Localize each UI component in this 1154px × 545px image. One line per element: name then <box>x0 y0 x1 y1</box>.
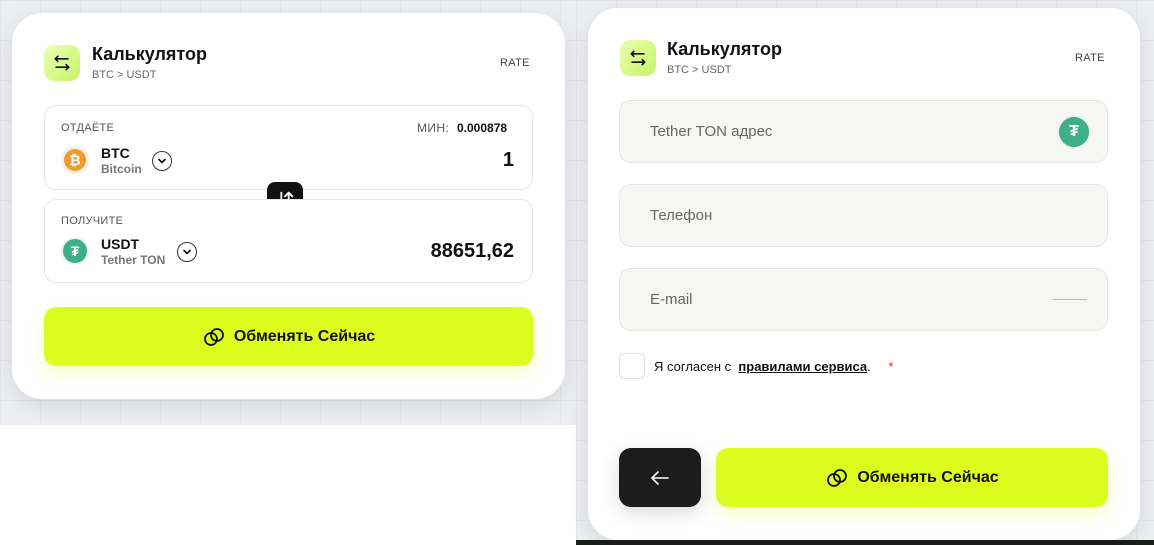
give-coin-network: Bitcoin <box>101 162 142 176</box>
give-amount[interactable]: 1 <box>503 149 514 172</box>
min-label: МИН: <box>417 121 450 135</box>
exchange-now-label: Обменять Сейчас <box>233 327 376 345</box>
contact-form-card: Калькулятор BTC > USDT RATE ₮ Я согласен… <box>588 8 1140 540</box>
required-mark: * <box>888 359 894 374</box>
chevron-down-icon[interactable] <box>152 151 172 171</box>
give-coin-symbol: BTC <box>101 145 130 161</box>
rate-label[interactable]: RATE <box>1075 52 1105 64</box>
receive-label: ПОЛУЧИТЕ <box>61 215 124 227</box>
chevron-down-icon[interactable] <box>177 242 197 262</box>
tether-icon: ₮ <box>61 237 89 265</box>
address-field: ₮ <box>619 100 1108 163</box>
bitcoin-icon: ₿ <box>61 146 89 174</box>
agreement-suffix: . <box>867 359 871 374</box>
divider <box>1053 299 1087 300</box>
calculator-title: Калькулятор <box>92 44 208 64</box>
calculator-card: Калькулятор BTC > USDT RATE ОТДАЁТЕ МИН:… <box>12 13 565 399</box>
exchange-rings-icon <box>827 468 848 487</box>
phone-field <box>619 184 1108 247</box>
min-value: 0.000878 <box>457 121 508 135</box>
receive-coin-symbol: USDT <box>101 236 140 252</box>
exchange-now-button[interactable]: Обменять Сейчас <box>44 307 533 366</box>
agreement-text: Я согласен с правилами сервиса. * <box>654 359 893 374</box>
pair-label: BTC > USDT <box>667 64 732 76</box>
arrow-left-icon <box>651 470 669 485</box>
email-field <box>619 268 1108 331</box>
receive-amount: 88651,62 <box>430 240 514 262</box>
email-input[interactable] <box>650 269 1030 330</box>
agree-checkbox[interactable] <box>619 353 645 379</box>
pair-label: BTC > USDT <box>92 69 157 81</box>
receive-coin-network: Tether TON <box>101 253 166 267</box>
give-box: ОТДАЁТЕ МИН: 0.000878 ₿ BTC Bitcoin 1 <box>44 105 533 190</box>
receive-box: ПОЛУЧИТЕ ₮ USDT Tether TON 88651,62 <box>44 199 533 283</box>
swap-horizontal-icon <box>44 45 80 81</box>
back-button[interactable] <box>619 448 701 507</box>
swap-horizontal-icon <box>620 40 656 76</box>
exchange-now-label: Обменять Сейчас <box>857 468 999 486</box>
give-label: ОТДАЁТЕ <box>61 122 115 134</box>
rate-label[interactable]: RATE <box>500 57 530 69</box>
tether-icon: ₮ <box>1057 115 1091 149</box>
address-input[interactable] <box>650 101 1030 162</box>
exchange-rings-icon <box>203 327 224 346</box>
agreement-prefix: Я согласен с <box>654 359 732 374</box>
exchange-now-button[interactable]: Обменять Сейчас <box>716 448 1108 507</box>
service-rules-link[interactable]: правилами сервиса <box>738 359 867 374</box>
phone-input[interactable] <box>650 185 1030 246</box>
calculator-title: Калькулятор <box>667 39 783 59</box>
bottom-strip <box>576 540 1154 545</box>
